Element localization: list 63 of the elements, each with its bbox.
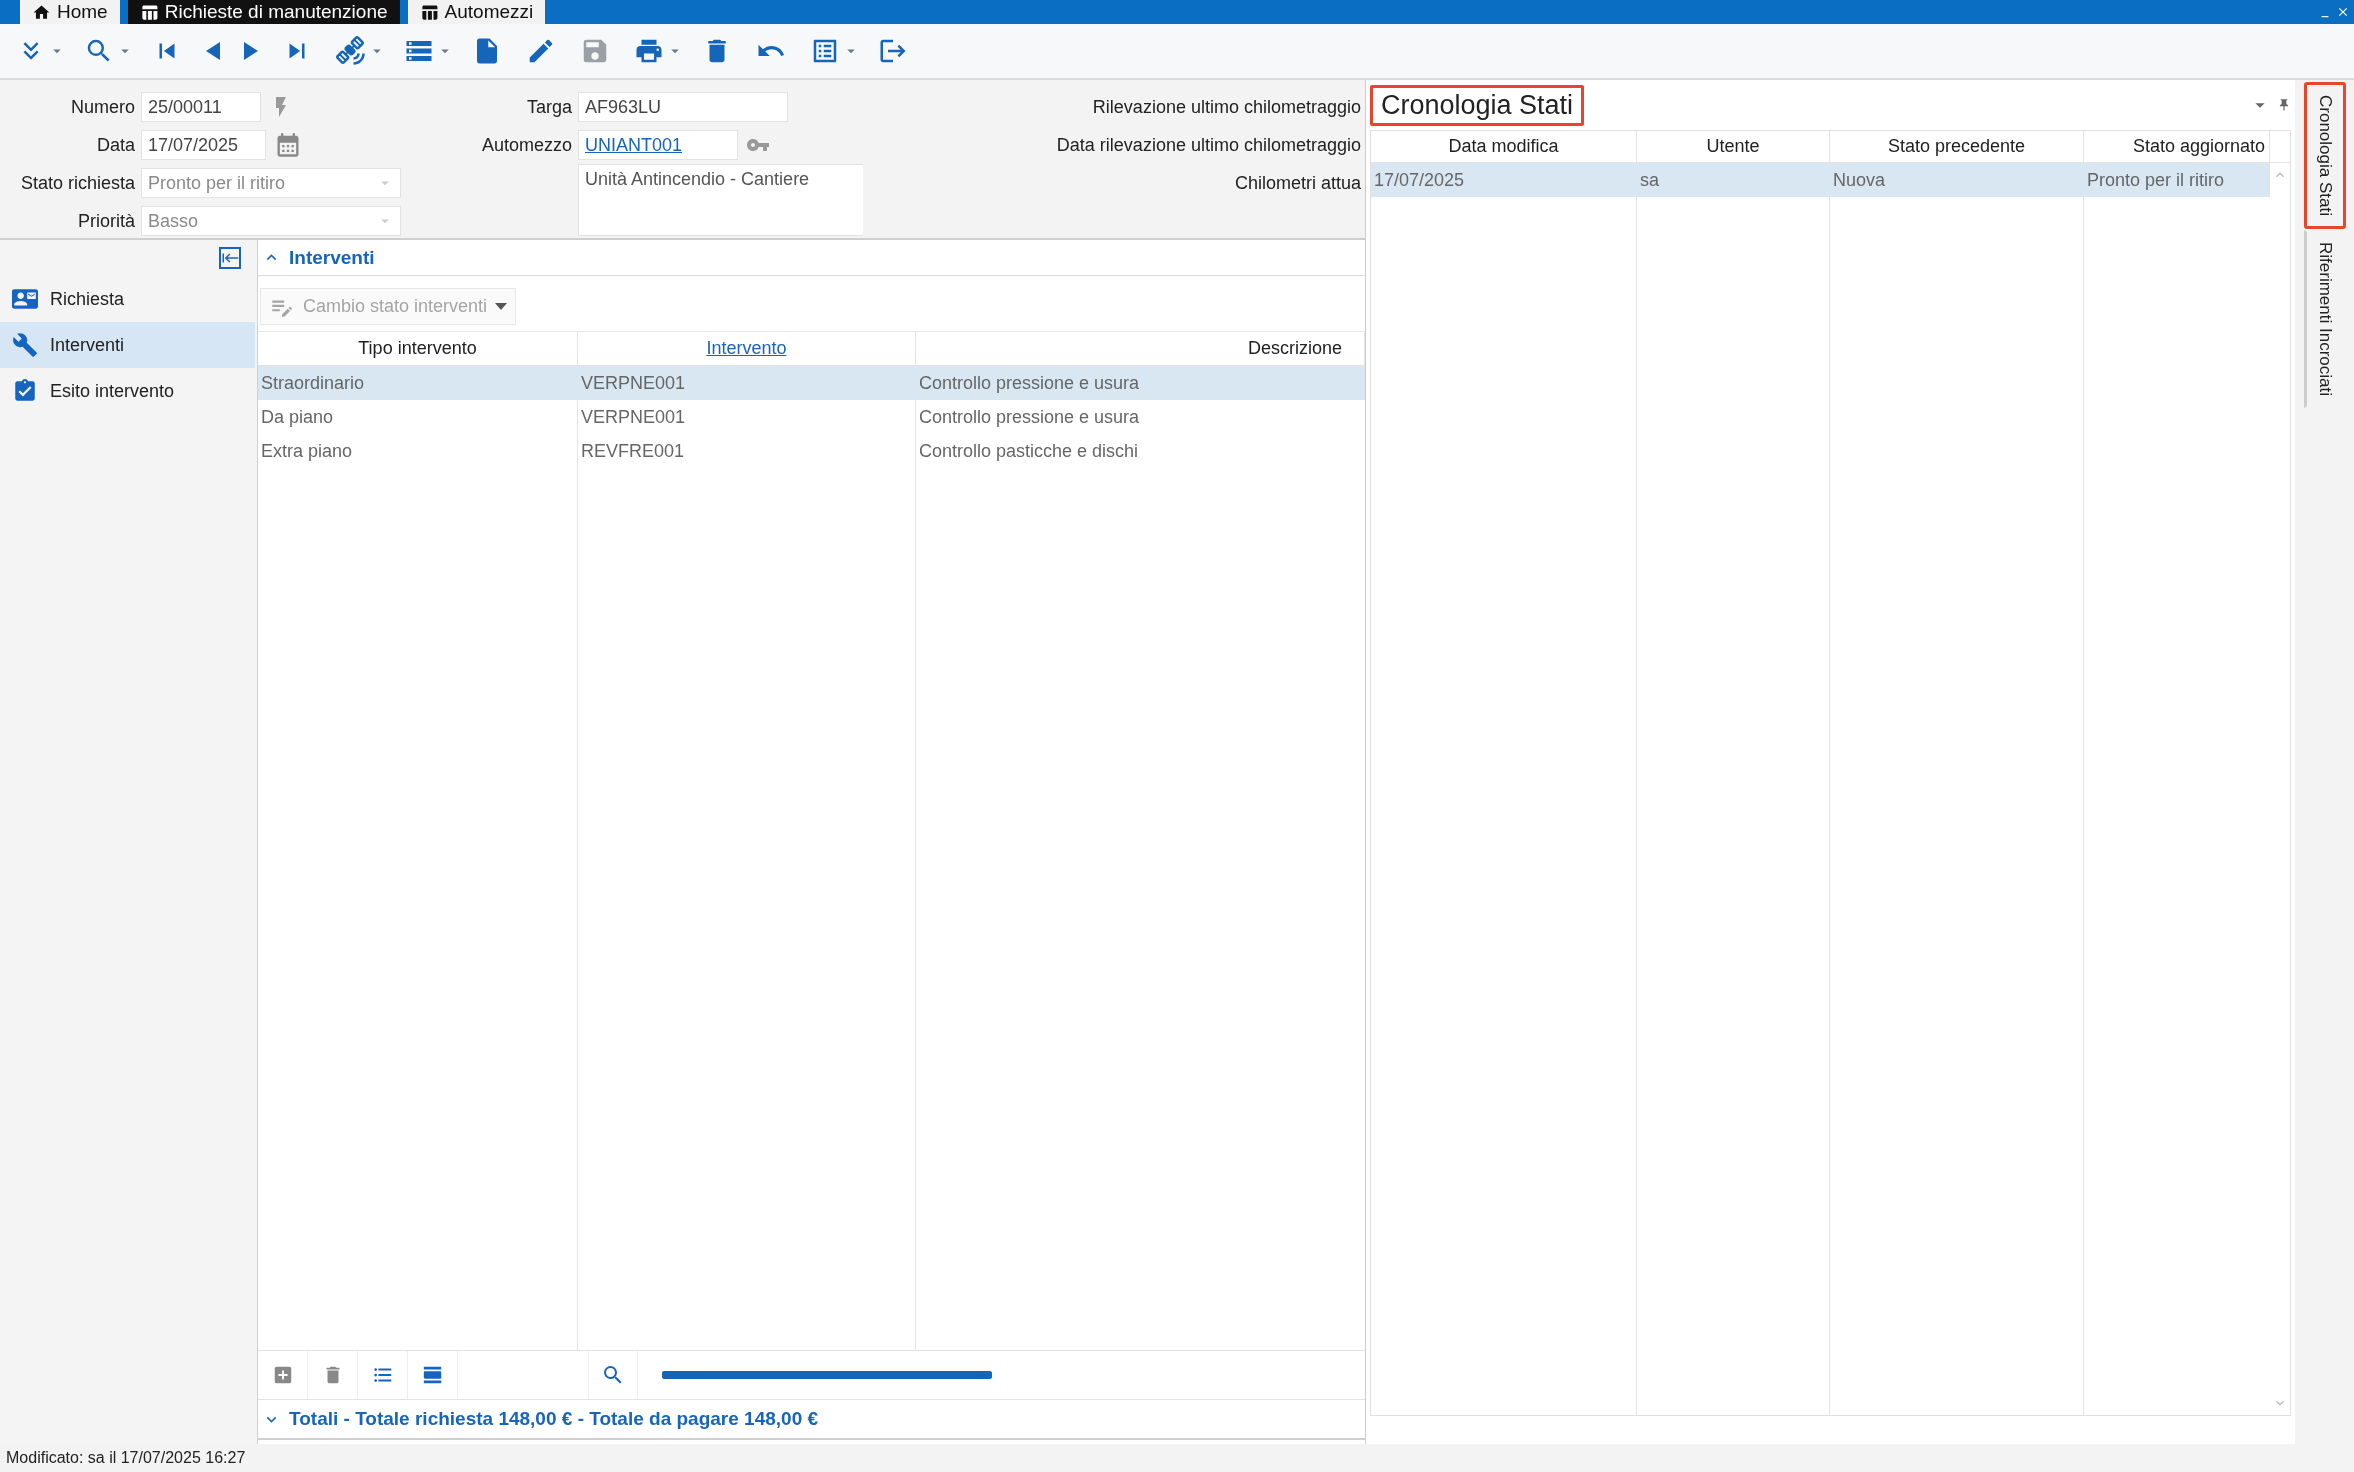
table-row[interactable]: 17/07/2025 sa Nuova Pronto per il ritiro [1371,163,2270,197]
scrollbar[interactable] [662,1371,992,1379]
table-icon [139,2,159,22]
side-tab[interactable]: Riferimenti Incrociati [2303,228,2346,409]
table-cell-text: Nuova [1832,168,1887,192]
table-cell-text: Straordinario [260,371,366,395]
field-label: Stato richiesta [20,172,135,194]
id-card-icon [12,286,38,312]
next-icon [244,42,258,60]
window-tab[interactable]: Home [20,0,120,24]
side-tab[interactable]: Cronologia Stati [2303,82,2346,229]
close-icon[interactable] [2336,5,2350,19]
field-label: Data [96,134,135,156]
column-header[interactable]: Stato precedente [1830,131,2084,162]
field-label: Data rilevazione ultimo chilometraggio [1056,134,1362,156]
field-label: Rilevazione ultimo chilometraggio [1092,96,1362,118]
column-header[interactable]: Tipo intervento [258,332,578,365]
table-cell-text: Controllo pressione e usura [918,405,1141,429]
window-tab[interactable]: Automezzi [407,0,546,24]
pin-icon[interactable] [2277,98,2291,112]
home-icon [32,2,51,22]
wrench-icon [12,332,38,358]
layout-icon[interactable] [421,1364,444,1386]
input-field[interactable]: UNIANT001 [578,130,738,160]
input-field[interactable]: 25/00011 [141,92,261,122]
window-tab[interactable]: Richieste di manutenzione [127,0,400,24]
table-cell-text: 17/07/2025 [1373,168,1466,192]
caret-icon [495,303,508,310]
field-label: Numero [70,96,135,118]
date-field[interactable]: 17/07/2025 [141,130,266,160]
table-cell-text: Controllo pasticche e dischi [918,439,1140,463]
table-cell-text: Controllo pressione e usura [918,371,1141,395]
column-header[interactable]: Utente [1637,131,1830,162]
column-header[interactable]: Data modifica [1371,131,1637,162]
section-header[interactable]: Totali - Totale richiesta 148,00 € - Totale da pagare 148,00 € [258,1400,1365,1440]
column-header[interactable]: Stato aggiornato [2084,131,2270,162]
collapse-icon[interactable] [219,247,241,269]
table-cell-text: sa [1639,168,1660,192]
table-cell-text: VERPNE001 [580,371,687,395]
sidebar-item[interactable]: Interventi [0,322,255,368]
clipboard-check-icon [12,378,38,404]
satellite-dish-icon [336,36,366,66]
field-label: Automezzo [481,134,572,156]
sidebar-item[interactable]: Esito intervento [0,368,255,414]
table-row[interactable]: Extra piano REVFRE001 Controllo pasticche e dischi [258,434,1365,468]
section-header[interactable]: Interventi [258,240,1365,276]
field-label: Targa [526,96,572,118]
table-cell-text: VERPNE001 [580,405,687,429]
input-field[interactable]: AF963LU [578,92,788,122]
table-icon [419,2,439,22]
table-cell-text: Da piano [260,405,335,429]
table-cell-text: Pronto per il ritiro [2086,168,2226,192]
previous-icon [206,42,220,60]
panel-title: Cronologia Stati [1370,84,1585,126]
table-cell-text: REVFRE001 [580,439,686,463]
field-label: Priorità [78,210,135,232]
table-row[interactable]: Da piano VERPNE001 Controllo pressione e usura [258,400,1365,434]
field-label: Chilometri attua [1234,172,1362,194]
description-field: Unità Antincendio - Cantiere [578,164,863,236]
sidebar-item[interactable]: Richiesta [0,276,255,322]
table-row[interactable]: Straordinario VERPNE001 Controllo pressione e usura [258,366,1365,400]
column-header[interactable]: Intervento [578,332,916,365]
table-cell-text: Extra piano [260,439,354,463]
